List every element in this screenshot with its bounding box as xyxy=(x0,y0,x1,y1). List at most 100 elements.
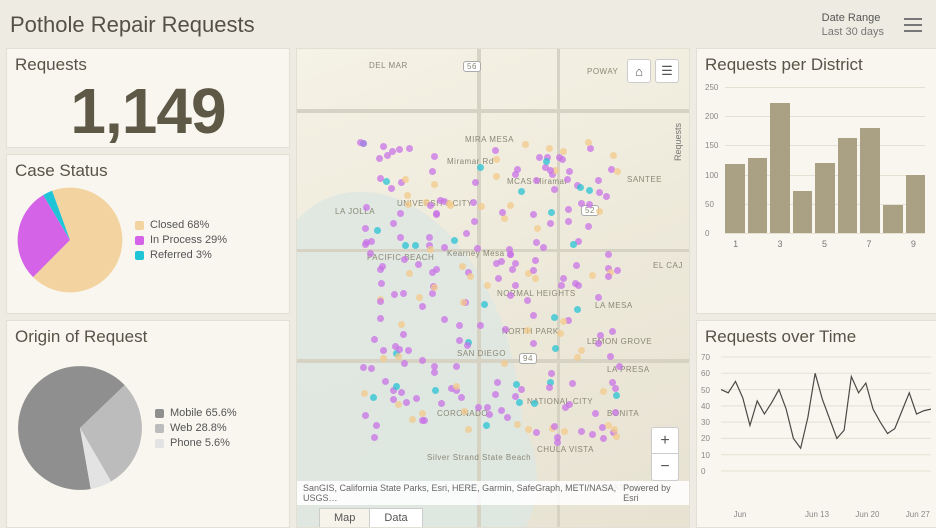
map-point[interactable] xyxy=(533,429,540,436)
map-point[interactable] xyxy=(533,177,540,184)
map-point[interactable] xyxy=(483,422,490,429)
map-point[interactable] xyxy=(486,411,493,418)
map-point[interactable] xyxy=(433,211,440,218)
map-point[interactable] xyxy=(405,347,412,354)
map-point[interactable] xyxy=(502,326,509,333)
map-point[interactable] xyxy=(464,342,471,349)
map-point[interactable] xyxy=(546,145,553,152)
map-point[interactable] xyxy=(459,263,466,270)
map-point[interactable] xyxy=(360,140,367,147)
map-point[interactable] xyxy=(540,244,547,251)
map-point[interactable] xyxy=(391,291,398,298)
map-point[interactable] xyxy=(474,245,481,252)
tab-data[interactable]: Data xyxy=(370,508,422,527)
map-point[interactable] xyxy=(548,370,555,377)
date-range-selector[interactable]: Date Range Last 30 days xyxy=(822,11,884,40)
map-point[interactable] xyxy=(431,284,438,291)
map-point[interactable] xyxy=(429,168,436,175)
map-point[interactable] xyxy=(605,251,612,258)
map-point[interactable] xyxy=(361,390,368,397)
map-point[interactable] xyxy=(536,154,543,161)
map-point[interactable] xyxy=(498,407,505,414)
map-point[interactable] xyxy=(402,242,409,249)
map-point[interactable] xyxy=(376,155,383,162)
map-point[interactable] xyxy=(507,292,514,299)
map-point[interactable] xyxy=(573,262,580,269)
map-point[interactable] xyxy=(514,421,521,428)
map-point[interactable] xyxy=(614,267,621,274)
map-point[interactable] xyxy=(400,290,407,297)
map-point[interactable] xyxy=(570,241,577,248)
map-point[interactable] xyxy=(477,164,484,171)
map-point[interactable] xyxy=(406,270,413,277)
map-point[interactable] xyxy=(377,315,384,322)
map-point[interactable] xyxy=(551,423,558,430)
map-point[interactable] xyxy=(404,192,411,199)
map-point[interactable] xyxy=(565,218,572,225)
bar[interactable] xyxy=(860,128,880,233)
map-point[interactable] xyxy=(374,227,381,234)
map-point[interactable] xyxy=(574,306,581,313)
map-point[interactable] xyxy=(507,251,514,258)
map-point[interactable] xyxy=(453,383,460,390)
bar[interactable] xyxy=(906,175,926,233)
map-point[interactable] xyxy=(467,273,474,280)
map-point[interactable] xyxy=(437,197,444,204)
map-panel[interactable]: DEL MARPOWAYMIRA MESAMCAS MiramarMiramar… xyxy=(296,48,690,528)
map-point[interactable] xyxy=(532,257,539,264)
map-point[interactable] xyxy=(595,294,602,301)
map-point[interactable] xyxy=(560,318,567,325)
map-point[interactable] xyxy=(478,203,485,210)
map-point[interactable] xyxy=(419,303,426,310)
map-point[interactable] xyxy=(382,378,389,385)
map-point[interactable] xyxy=(477,322,484,329)
map-point[interactable] xyxy=(461,408,468,415)
map-point[interactable] xyxy=(607,353,614,360)
map-point[interactable] xyxy=(377,298,384,305)
map-point[interactable] xyxy=(596,208,603,215)
map-point[interactable] xyxy=(401,360,408,367)
time-line-chart[interactable] xyxy=(721,353,931,503)
map-point[interactable] xyxy=(475,404,482,411)
map-point[interactable] xyxy=(362,225,369,232)
map-point[interactable] xyxy=(554,439,561,446)
map-point[interactable] xyxy=(507,202,514,209)
map-point[interactable] xyxy=(363,204,370,211)
map-point[interactable] xyxy=(612,385,619,392)
map-point[interactable] xyxy=(561,428,568,435)
map-point[interactable] xyxy=(566,401,573,408)
map-point[interactable] xyxy=(595,340,602,347)
map-point[interactable] xyxy=(533,239,540,246)
map-point[interactable] xyxy=(368,365,375,372)
map-point[interactable] xyxy=(509,266,516,273)
map-point[interactable] xyxy=(534,225,541,232)
map-point[interactable] xyxy=(504,414,511,421)
map-point[interactable] xyxy=(389,148,396,155)
map-point[interactable] xyxy=(427,202,434,209)
map-point[interactable] xyxy=(465,426,472,433)
map-point[interactable] xyxy=(525,426,532,433)
legend-icon[interactable]: ☰ xyxy=(655,59,679,83)
map-point[interactable] xyxy=(360,364,367,371)
map-point[interactable] xyxy=(402,176,409,183)
map-point[interactable] xyxy=(371,336,378,343)
map-point[interactable] xyxy=(531,400,538,407)
map-point[interactable] xyxy=(597,332,604,339)
home-icon[interactable]: ⌂ xyxy=(627,59,651,83)
map-point[interactable] xyxy=(499,209,506,216)
map-point[interactable] xyxy=(600,388,607,395)
map-point[interactable] xyxy=(613,433,620,440)
map-point[interactable] xyxy=(471,218,478,225)
map-point[interactable] xyxy=(609,379,616,386)
map-point[interactable] xyxy=(388,185,395,192)
zoom-control[interactable]: + − xyxy=(651,427,679,481)
map-point[interactable] xyxy=(530,267,537,274)
map-point[interactable] xyxy=(409,416,416,423)
map-point[interactable] xyxy=(501,360,508,367)
map-point[interactable] xyxy=(441,316,448,323)
map-point[interactable] xyxy=(431,153,438,160)
map-point[interactable] xyxy=(596,189,603,196)
map-point[interactable] xyxy=(419,410,426,417)
map-point[interactable] xyxy=(460,299,467,306)
map-point[interactable] xyxy=(572,280,579,287)
